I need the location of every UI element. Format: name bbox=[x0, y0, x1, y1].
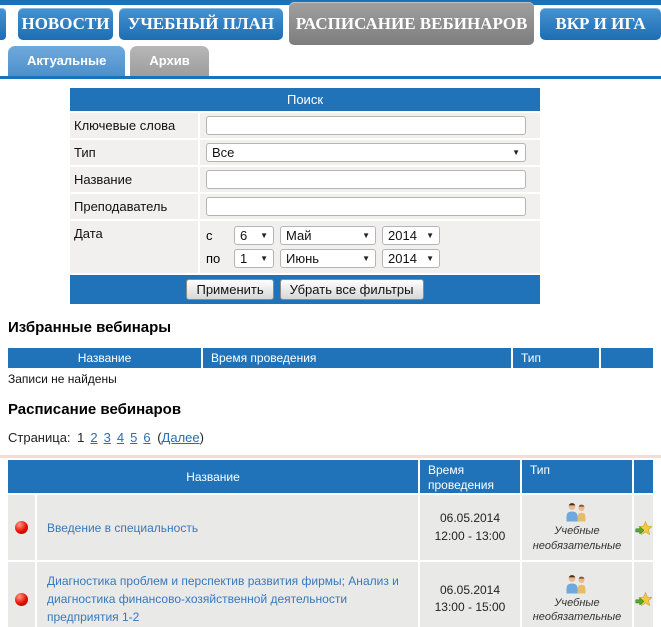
favorites-col-time: Время проведения bbox=[203, 348, 511, 368]
name-input[interactable] bbox=[206, 170, 526, 189]
webinar-time: 12:00 - 13:00 bbox=[434, 528, 506, 543]
schedule-col-actions bbox=[634, 460, 653, 493]
date-to-year-select[interactable]: 2014 ▼ bbox=[382, 249, 440, 268]
webinar-date: 06.05.2014 bbox=[439, 582, 501, 597]
chevron-down-icon: ▼ bbox=[512, 148, 520, 157]
type-label: Тип bbox=[70, 140, 198, 165]
add-to-favorites-star-icon[interactable] bbox=[635, 591, 652, 607]
search-row-type: Тип Все ▼ bbox=[70, 140, 540, 165]
date-from-label: с bbox=[206, 228, 213, 243]
people-pair-icon bbox=[566, 503, 586, 522]
date-label: Дата bbox=[70, 221, 198, 273]
date-to-label: по bbox=[206, 251, 221, 266]
keywords-label: Ключевые слова bbox=[70, 113, 198, 138]
add-to-favorites-star-icon[interactable] bbox=[635, 520, 652, 536]
page-link-4[interactable]: 4 bbox=[117, 430, 124, 445]
favorites-heading: Избранные вебинары bbox=[8, 319, 172, 336]
chevron-down-icon: ▼ bbox=[362, 254, 370, 263]
search-row-keywords: Ключевые слова bbox=[70, 113, 540, 138]
clear-filters-button[interactable]: Убрать все фильтры bbox=[279, 279, 424, 300]
tab-actual[interactable]: Актуальные bbox=[8, 46, 126, 76]
favorites-col-actions bbox=[601, 348, 653, 368]
keywords-input[interactable] bbox=[206, 116, 526, 135]
subtab-bar: Актуальные Архив bbox=[8, 46, 661, 76]
people-pair-icon bbox=[566, 574, 586, 594]
status-red-dot-icon bbox=[15, 521, 28, 534]
table-row: Введение в специальность 06.05.2014 12:0… bbox=[8, 495, 653, 560]
page-link-6[interactable]: 6 bbox=[143, 430, 150, 445]
webinar-time: 13:00 - 15:00 bbox=[434, 600, 506, 614]
date-from-row: с 6 ▼ Май ▼ 2014 ▼ bbox=[206, 226, 526, 245]
status-red-dot-icon bbox=[15, 592, 28, 606]
chevron-down-icon: ▼ bbox=[260, 254, 268, 263]
favorites-table: Название Время проведения Тип bbox=[8, 348, 653, 368]
favorites-col-type: Тип bbox=[513, 348, 599, 368]
schedule-col-time: Время проведения bbox=[420, 460, 520, 493]
pagination: Страница: 123456 (Далее) bbox=[8, 430, 204, 445]
nav-item-news[interactable]: НОВОСТИ bbox=[18, 8, 113, 40]
webinar-type-label: Учебные необязательные bbox=[532, 525, 622, 552]
table-top-accent bbox=[0, 455, 661, 458]
schedule-table: Название Время проведения Тип Введение в… bbox=[8, 460, 653, 627]
type-select[interactable]: Все ▼ bbox=[206, 143, 526, 162]
search-form-footer: Применить Убрать все фильтры bbox=[70, 275, 540, 304]
search-row-teacher: Преподаватель bbox=[70, 194, 540, 219]
date-from-month-select[interactable]: Май ▼ bbox=[280, 226, 376, 245]
page-link-3[interactable]: 3 bbox=[104, 430, 111, 445]
name-label: Название bbox=[70, 167, 198, 192]
favorites-col-name: Название bbox=[8, 348, 201, 368]
type-select-value: Все bbox=[212, 145, 235, 160]
favorites-empty-message: Записи не найдены bbox=[8, 372, 117, 386]
nav-item-webinar-schedule-active[interactable]: РАСПИСАНИЕ ВЕБИНАРОВ bbox=[289, 2, 534, 45]
chevron-down-icon: ▼ bbox=[426, 231, 434, 240]
schedule-col-type: Тип bbox=[522, 460, 632, 493]
search-form-title: Поиск bbox=[70, 88, 540, 111]
chevron-down-icon: ▼ bbox=[362, 231, 370, 240]
date-to-day-select[interactable]: 1 ▼ bbox=[234, 249, 274, 268]
current-page: 1 bbox=[77, 430, 85, 445]
nav-item-vkr-iga[interactable]: ВКР И ИГА bbox=[540, 8, 661, 40]
search-row-name: Название bbox=[70, 167, 540, 192]
date-from-year-select[interactable]: 2014 ▼ bbox=[382, 226, 440, 245]
nav-item-partial[interactable] bbox=[0, 8, 6, 40]
page-link-2[interactable]: 2 bbox=[90, 430, 97, 445]
chevron-down-icon: ▼ bbox=[260, 231, 268, 240]
search-form: Поиск Ключевые слова Тип Все ▼ Название … bbox=[70, 88, 540, 304]
tab-archive[interactable]: Архив bbox=[130, 46, 209, 76]
page-link-5[interactable]: 5 bbox=[130, 430, 137, 445]
page-label: Страница: bbox=[8, 430, 71, 445]
next-page-link[interactable]: Далее bbox=[162, 430, 200, 445]
webinar-link[interactable]: Диагностика проблем и перспектив развити… bbox=[47, 572, 418, 626]
search-row-date: Дата с 6 ▼ Май ▼ 2014 ▼ по 1 ▼ Июнь ▼ 20… bbox=[70, 221, 540, 273]
date-to-row: по 1 ▼ Июнь ▼ 2014 ▼ bbox=[206, 249, 526, 268]
schedule-heading: Расписание вебинаров bbox=[8, 401, 182, 418]
date-to-month-select[interactable]: Июнь ▼ bbox=[280, 249, 376, 268]
teacher-label: Преподаватель bbox=[70, 194, 198, 219]
chevron-down-icon: ▼ bbox=[426, 254, 434, 263]
date-from-day-select[interactable]: 6 ▼ bbox=[234, 226, 274, 245]
tab-underline bbox=[0, 76, 661, 79]
webinar-link[interactable]: Введение в специальность bbox=[47, 519, 198, 537]
apply-button[interactable]: Применить bbox=[186, 279, 274, 300]
teacher-input[interactable] bbox=[206, 197, 526, 216]
webinar-date: 06.05.2014 bbox=[439, 511, 501, 526]
webinar-type-label: Учебные необязательные bbox=[532, 596, 622, 623]
nav-item-study-plan[interactable]: УЧЕБНЫЙ ПЛАН bbox=[119, 8, 283, 40]
table-row: Диагностика проблем и перспектив развити… bbox=[8, 562, 653, 627]
main-navigation: НОВОСТИ УЧЕБНЫЙ ПЛАН РАСПИСАНИЕ ВЕБИНАРО… bbox=[0, 2, 661, 46]
schedule-col-name: Название bbox=[8, 460, 418, 493]
